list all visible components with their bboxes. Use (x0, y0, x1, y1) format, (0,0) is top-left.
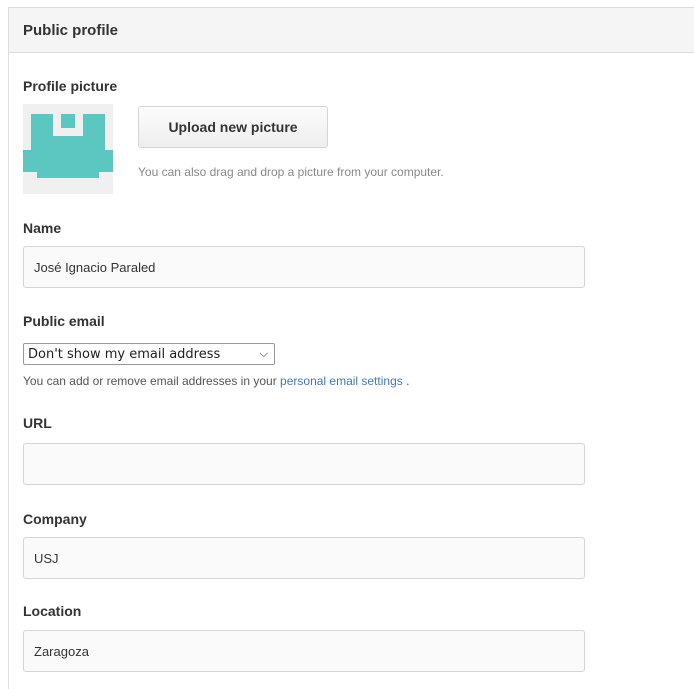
name-input[interactable]: José Ignacio Paraled (23, 246, 585, 288)
personal-email-settings-link[interactable]: personal email settings (280, 374, 403, 388)
profile-picture-label: Profile picture (23, 78, 118, 94)
name-label: Name (23, 220, 62, 236)
public-email-select[interactable]: Don't show my email address ⌵ (23, 343, 275, 365)
public-email-selected: Don't show my email address (28, 346, 221, 362)
public-profile-panel: Public profile Profile picture Upload ne… (8, 7, 694, 689)
drag-drop-hint: You can also drag and drop a picture fro… (138, 165, 444, 179)
company-input[interactable]: USJ (23, 537, 585, 579)
location-input[interactable]: Zaragoza (23, 630, 585, 672)
url-label: URL (23, 415, 52, 431)
url-input[interactable] (23, 443, 585, 485)
chevron-down-icon: ⌵ (259, 347, 268, 360)
company-label: Company (23, 511, 87, 527)
email-hint-suffix: . (406, 374, 410, 388)
email-hint-text: You can add or remove email addresses in… (23, 374, 277, 388)
upload-picture-button[interactable]: Upload new picture (138, 106, 328, 148)
location-label: Location (23, 603, 82, 619)
public-email-label: Public email (23, 313, 105, 329)
panel-title: Public profile (9, 8, 694, 53)
email-settings-hint: You can add or remove email addresses in… (23, 374, 409, 388)
avatar (23, 104, 113, 194)
